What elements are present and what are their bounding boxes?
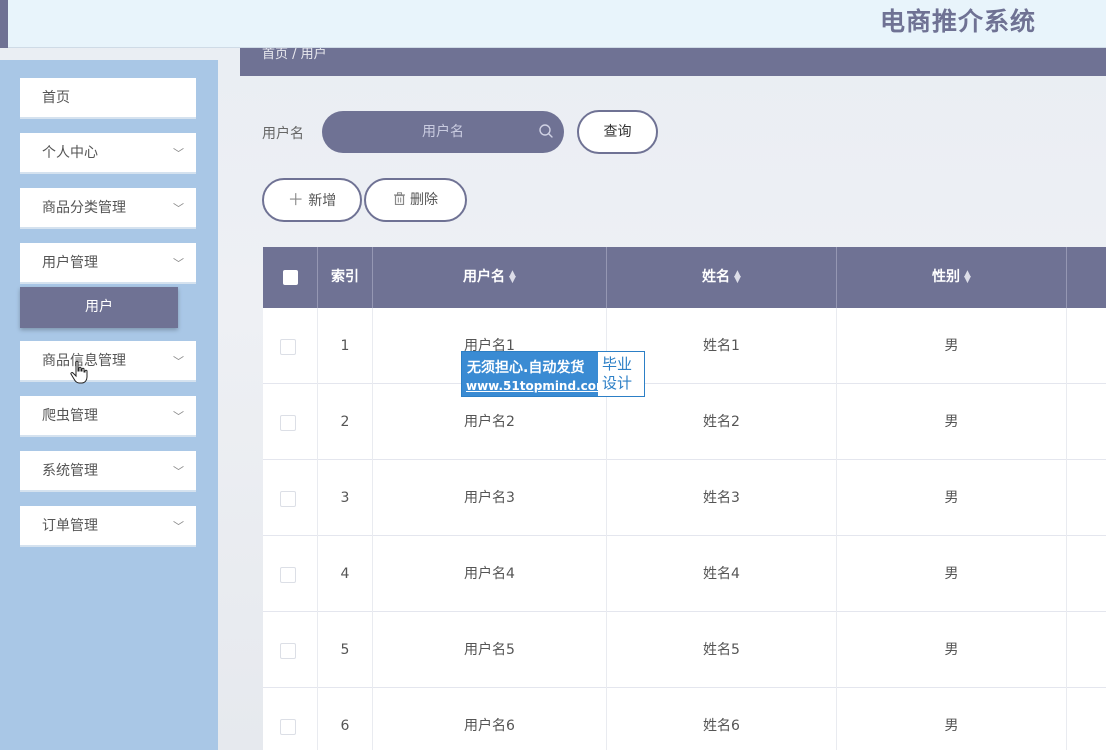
top-header: 电商推介系统 [8, 0, 1106, 48]
sort-icon[interactable]: ▲ ▼ [734, 270, 741, 285]
sidebar-subitem-label: 用户 [85, 299, 113, 315]
column-header-name[interactable]: 姓名 ▲ ▼ [607, 247, 837, 308]
query-button[interactable]: 查询 [577, 110, 658, 154]
search-label: 用户名 [262, 126, 304, 142]
row-checkbox[interactable] [280, 415, 296, 431]
sidebar-subitem-user[interactable]: 用户 [20, 287, 178, 328]
table-row: 3 用户名3 姓名3 男 [263, 460, 1106, 536]
add-button-label: 新增 [308, 193, 337, 209]
sidebar-item-product-info-management[interactable]: 商品信息管理 ﹀ [20, 341, 196, 382]
column-header-label: 姓名 [702, 269, 731, 285]
cell-username: 用户名6 [373, 688, 607, 750]
cell-index: 3 [318, 460, 373, 536]
row-checkbox[interactable] [280, 643, 296, 659]
watermark-badge: 无须担心.自动发货 www.51topmind.com 毕业 设计 [461, 351, 645, 397]
cell-username: 用户名5 [373, 612, 607, 688]
delete-button[interactable]: 删除 [364, 178, 467, 222]
cell-gender: 男 [837, 688, 1067, 750]
sidebar-item-label: 订单管理 [42, 518, 98, 534]
sort-icon[interactable]: ▲ ▼ [509, 270, 516, 285]
cell-index: 4 [318, 536, 373, 612]
cell-gender: 男 [837, 536, 1067, 612]
sidebar-item-crawler-management[interactable]: 爬虫管理 ﹀ [20, 396, 196, 437]
sidebar-item-personal-center[interactable]: 个人中心 ﹀ [20, 133, 196, 174]
cell-name: 姓名5 [607, 612, 837, 688]
column-header-gender[interactable]: 性别 ▲ ▼ [837, 247, 1067, 308]
table-row: 5 用户名5 姓名5 男 [263, 612, 1106, 688]
plus-icon: ＋ [287, 190, 304, 209]
sidebar-item-label: 系统管理 [42, 463, 98, 479]
watermark-side2: 设计 [602, 374, 633, 392]
add-button[interactable]: ＋ 新增 [262, 178, 362, 222]
cell-username: 用户名4 [373, 536, 607, 612]
sidebar-item-system-management[interactable]: 系统管理 ﹀ [20, 451, 196, 492]
row-checkbox[interactable] [280, 719, 296, 735]
sidebar-item-order-management[interactable]: 订单管理 ﹀ [20, 506, 196, 547]
select-all-cell [263, 247, 318, 308]
chevron-down-icon: ﹀ [173, 257, 184, 270]
row-checkbox[interactable] [280, 567, 296, 583]
table-row: 2 用户名2 姓名2 男 [263, 384, 1106, 460]
table-row: 6 用户名6 姓名6 男 [263, 688, 1106, 750]
column-header-index: 索引 [318, 247, 373, 308]
sidebar-item-label: 商品分类管理 [42, 200, 126, 216]
row-checkbox[interactable] [280, 491, 296, 507]
sidebar-item-label: 个人中心 [42, 145, 98, 161]
search-input[interactable] [322, 111, 564, 153]
cell-gender: 男 [837, 384, 1067, 460]
cell-gender: 男 [837, 460, 1067, 536]
watermark-side1: 毕业 [602, 355, 633, 373]
sidebar-item-label: 用户管理 [42, 255, 98, 271]
hand-cursor-icon [70, 360, 88, 384]
breadcrumb: 首页 / 用户 [240, 48, 1106, 76]
cell-name: 姓名3 [607, 460, 837, 536]
watermark-right-panel: 毕业 设计 [602, 355, 642, 393]
sidebar-item-user-management[interactable]: 用户管理 ﹀ [20, 243, 196, 284]
column-header-label: 索引 [331, 269, 359, 285]
watermark-left-panel: 无须担心.自动发货 www.51topmind.com [462, 352, 609, 396]
watermark-line1: 无须担心.自动发货 [467, 360, 585, 376]
search-icon[interactable] [538, 123, 554, 139]
sidebar-item-home[interactable]: 首页 [20, 78, 196, 119]
cell-index: 1 [318, 308, 373, 384]
sort-icon[interactable]: ▲ ▼ [964, 270, 971, 285]
delete-button-label: 删除 [410, 192, 438, 208]
column-header-username[interactable]: 用户名 ▲ ▼ [373, 247, 607, 308]
app-title: 电商推介系统 [879, 7, 1036, 36]
cell-gender: 男 [837, 308, 1067, 384]
cell-index: 6 [318, 688, 373, 750]
cell-name: 姓名4 [607, 536, 837, 612]
chevron-down-icon: ﹀ [173, 410, 184, 423]
header-accent-bar [0, 0, 8, 48]
users-table: 索引 用户名 ▲ ▼ 姓名 ▲ ▼ 性别 ▲ ▼ 1 用户名1 姓名1 男 2 用户名2 姓… [263, 247, 1106, 750]
watermark-line2: www.51topmind.com [466, 379, 609, 393]
column-header-label: 性别 [932, 269, 961, 285]
chevron-down-icon: ﹀ [173, 202, 184, 215]
table-header: 索引 用户名 ▲ ▼ 姓名 ▲ ▼ 性别 ▲ ▼ [263, 247, 1106, 308]
sidebar-item-label: 首页 [42, 90, 70, 106]
sidebar-item-label: 爬虫管理 [42, 408, 98, 424]
trash-icon [394, 192, 405, 206]
chevron-down-icon: ﹀ [173, 147, 184, 160]
cell-index: 2 [318, 384, 373, 460]
sidebar-item-category-management[interactable]: 商品分类管理 ﹀ [20, 188, 196, 229]
cell-name: 姓名6 [607, 688, 837, 750]
chevron-down-icon: ﹀ [173, 355, 184, 368]
column-header-label: 用户名 [463, 269, 506, 285]
table-row: 4 用户名4 姓名4 男 [263, 536, 1106, 612]
cell-username: 用户名3 [373, 460, 607, 536]
chevron-down-icon: ﹀ [173, 465, 184, 478]
chevron-down-icon: ﹀ [173, 520, 184, 533]
cell-index: 5 [318, 612, 373, 688]
select-all-checkbox[interactable] [283, 270, 298, 285]
table-row: 1 用户名1 姓名1 男 [263, 308, 1106, 384]
row-checkbox[interactable] [280, 339, 296, 355]
breadcrumb-text: 首页 / 用户 [262, 48, 327, 62]
cell-gender: 男 [837, 612, 1067, 688]
